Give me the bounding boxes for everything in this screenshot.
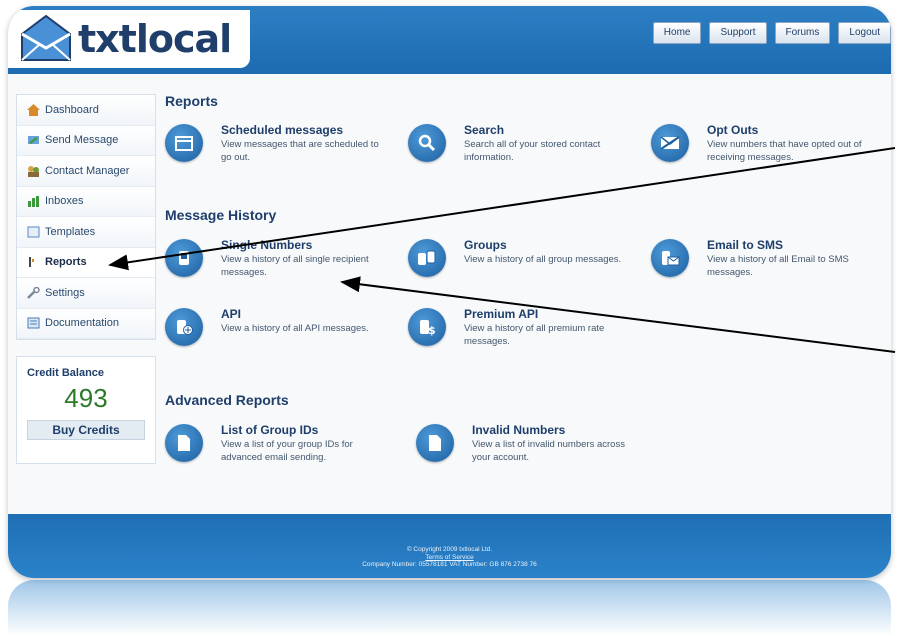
premium-api-icon: $	[408, 308, 446, 346]
tile-description: View a history of all Email to SMS messa…	[707, 254, 849, 278]
tile-description: View a list of your group IDs for advanc…	[221, 439, 353, 463]
tile-opt-outs[interactable]: Opt Outs View numbers that have opted ou…	[651, 123, 881, 174]
sidebar-item-inboxes[interactable]: Inboxes	[17, 186, 155, 217]
tile-search[interactable]: Search Search all of your stored contact…	[408, 123, 638, 174]
tile-description: View a history of all premium rate messa…	[464, 323, 605, 347]
document-icon	[416, 424, 454, 462]
sidebar-item-label: Send Message	[45, 134, 119, 147]
tile-groups[interactable]: Groups View a history of all group messa…	[408, 238, 638, 289]
sidebar-item-label: Contact Manager	[45, 164, 130, 177]
tile-scheduled-messages[interactable]: Scheduled messages View messages that ar…	[165, 123, 395, 174]
tile-description: View a history of all API messages.	[221, 323, 369, 334]
mirror-reflection	[8, 580, 891, 636]
sidebar-item-label: Reports	[45, 256, 87, 269]
nav-support-button[interactable]: Support	[709, 22, 767, 44]
nav-forums-button[interactable]: Forums	[774, 22, 831, 44]
documentation-icon	[27, 317, 40, 329]
tile-single-numbers[interactable]: Single Numbers View a history of all sin…	[165, 238, 395, 289]
tile-description: View a history of all single recipient m…	[221, 254, 369, 278]
header: txtlocal Home Support Forums Logout	[8, 6, 891, 74]
sidebar-item-label: Dashboard	[45, 103, 99, 116]
logo-text: txtlocal	[78, 17, 232, 61]
send-message-icon	[28, 136, 39, 145]
envelope-logo-icon	[21, 14, 71, 61]
magnifier-icon	[408, 124, 446, 162]
sidebar-item-label: Settings	[45, 286, 85, 299]
tile-title: Email to SMS	[707, 238, 784, 252]
templates-icon	[27, 226, 40, 238]
tile-title: API	[221, 307, 242, 321]
email-to-sms-icon	[651, 239, 689, 277]
sidebar-item-label: Documentation	[45, 317, 119, 330]
tile-premium-api[interactable]: $ Premium API View a history of all prem…	[408, 307, 638, 358]
footer-copyright: © Copyright 2009 txtlocal Ltd.	[406, 546, 493, 553]
tile-title: Opt Outs	[707, 123, 759, 137]
tile-description: Search all of your stored contact inform…	[464, 139, 601, 163]
opt-out-icon	[651, 124, 689, 162]
terms-of-service-link[interactable]: Terms of Service	[425, 554, 473, 561]
tile-title: List of Group IDs	[221, 423, 319, 437]
section-title-message-history: Message History	[165, 207, 277, 223]
sidebar-item-send-message[interactable]: Send Message	[17, 125, 155, 156]
credit-balance-panel: Credit Balance 493 Buy Credits	[16, 356, 156, 464]
tile-title: Single Numbers	[221, 238, 313, 252]
sidebar-item-settings[interactable]: Settings	[17, 278, 155, 309]
footer-company-info: Company Number: 05578181 VAT Number: GB …	[362, 561, 537, 568]
browser-frame: txtlocal Home Support Forums Logout Dash…	[8, 6, 891, 578]
top-nav: Home Support Forums Logout	[652, 22, 891, 44]
tile-title: Invalid Numbers	[472, 423, 566, 437]
nav-logout-button[interactable]: Logout	[838, 22, 891, 44]
footer: © Copyright 2009 txtlocal Ltd. Terms of …	[8, 514, 891, 578]
section-title-reports: Reports	[165, 93, 218, 109]
sidebar-item-reports[interactable]: Reports	[17, 247, 155, 278]
tile-title: Scheduled messages	[221, 123, 344, 137]
tile-title: Search	[464, 123, 505, 137]
sidebar: Dashboard Send Message Contact Manager I…	[16, 94, 156, 340]
tile-description: View a history of all group messages.	[464, 254, 622, 265]
nav-home-button[interactable]: Home	[652, 22, 702, 44]
sidebar-item-dashboard[interactable]: Dashboard	[17, 95, 155, 126]
inbox-chart-icon	[28, 196, 39, 208]
calendar-icon	[165, 124, 203, 162]
contacts-icon	[28, 165, 39, 177]
tile-title: Premium API	[464, 307, 539, 321]
document-icon	[165, 424, 203, 462]
logo[interactable]: txtlocal	[8, 10, 250, 68]
buy-credits-button[interactable]: Buy Credits	[27, 420, 145, 440]
tile-description: View numbers that have opted out of rece…	[707, 139, 862, 163]
section-title-advanced-reports: Advanced Reports	[165, 392, 289, 408]
credit-balance-title: Credit Balance	[27, 367, 105, 379]
groups-icon	[408, 239, 446, 277]
tile-invalid-numbers[interactable]: Invalid Numbers View a list of invalid n…	[416, 423, 646, 474]
svg-text:$: $	[428, 324, 436, 337]
tile-title: Groups	[464, 238, 507, 252]
sidebar-item-contact-manager[interactable]: Contact Manager	[17, 156, 155, 187]
wrench-icon	[27, 286, 40, 299]
sidebar-item-label: Inboxes	[45, 195, 84, 208]
tile-api[interactable]: API View a history of all API messages.	[165, 307, 395, 358]
tile-description: View messages that are scheduled to go o…	[221, 139, 379, 163]
sidebar-item-label: Templates	[45, 225, 96, 238]
main-content: Dashboard Send Message Contact Manager I…	[8, 74, 891, 514]
api-icon	[165, 308, 203, 346]
house-icon	[27, 103, 40, 116]
sidebar-item-templates[interactable]: Templates	[17, 217, 155, 248]
sidebar-item-documentation[interactable]: Documentation	[17, 308, 155, 339]
credit-balance-value: 493	[64, 383, 108, 413]
tile-email-to-sms[interactable]: Email to SMS View a history of all Email…	[651, 238, 881, 289]
tile-description: View a list of invalid numbers across yo…	[472, 439, 625, 463]
single-number-icon	[165, 239, 203, 277]
tile-list-of-group-ids[interactable]: List of Group IDs View a list of your gr…	[165, 423, 395, 474]
reports-icon	[29, 257, 34, 268]
